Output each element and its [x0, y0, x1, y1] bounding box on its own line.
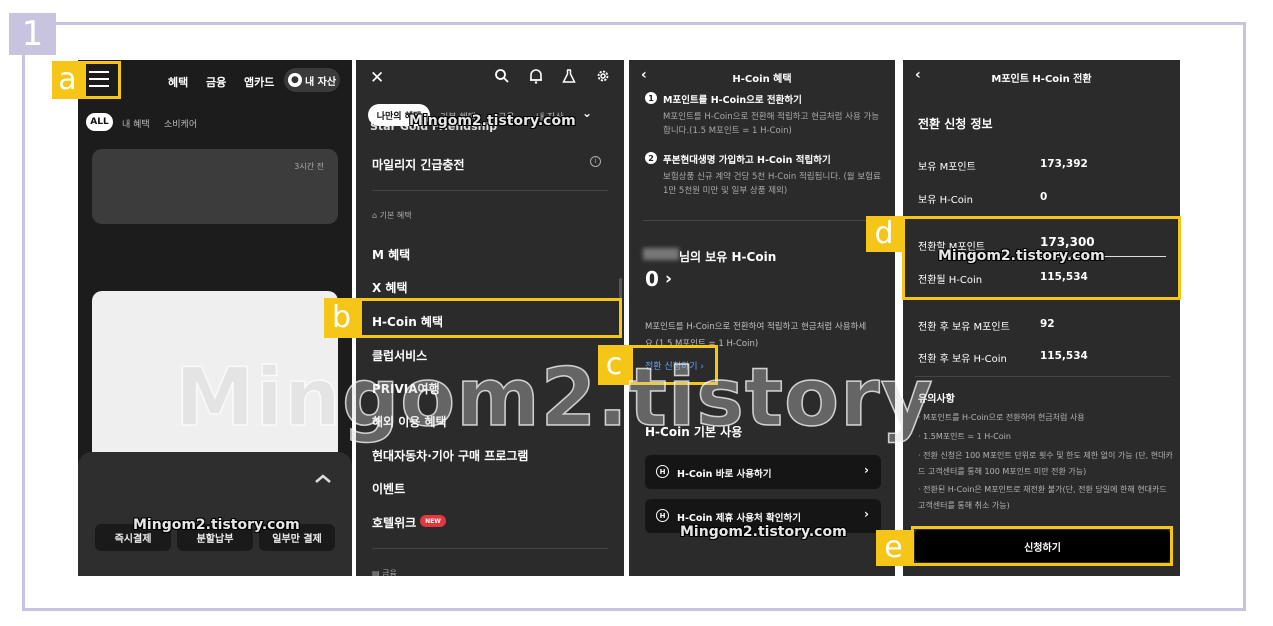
watermark: Mingom2.tistory.com: [938, 248, 1105, 264]
screen-hcoin-benefits: ‹ H-Coin 혜택 1 M포인트를 H-Coin으로 전환하기 M포인트를 …: [629, 60, 895, 576]
owned-hcoin-value: 0: [1040, 191, 1048, 203]
tag-b: b: [324, 298, 359, 338]
partner-stores-label: H-Coin 제휴 사용처 확인하기: [677, 513, 801, 524]
chevron-down-icon[interactable]: ⌄: [582, 106, 592, 120]
step-1-desc: M포인트를 H-Coin으로 전환해 적립하고 현금처럼 사용 가능합니다.(1…: [663, 112, 880, 136]
menu-events[interactable]: 이벤트: [372, 480, 405, 497]
section-divider: [372, 190, 608, 191]
watermark-large: Mingom2.tistory: [174, 351, 934, 444]
chevron-right-icon: ›: [864, 463, 869, 477]
chevron-right-icon: ›: [864, 507, 869, 521]
flask-icon[interactable]: [561, 68, 577, 84]
after-mpoint-label: 전환 후 보유 M포인트: [918, 322, 1010, 333]
chip-consumer-care[interactable]: 소비케어: [164, 117, 197, 130]
blurred-name: [643, 248, 679, 260]
section-title: 전환 신청 정보: [918, 117, 993, 131]
gear-icon[interactable]: [595, 68, 611, 84]
menu-m-benefits[interactable]: M 혜택: [372, 246, 410, 263]
section-finance-label: ▤ 금융: [372, 569, 397, 576]
after-mpoint-value: 92: [1040, 318, 1055, 330]
info-icon[interactable]: i: [590, 156, 601, 167]
my-assets-button[interactable]: ● 내 자산: [284, 68, 340, 92]
section-divider: [915, 376, 1170, 377]
step-1-icon: 1: [645, 92, 657, 104]
step-2-icon: 2: [645, 152, 657, 164]
bell-icon[interactable]: [528, 68, 544, 84]
owned-hcoin-label: 보유 H-Coin: [918, 195, 973, 206]
watermark: Mingom2.tistory.com: [680, 524, 847, 540]
owned-hcoin-value[interactable]: 0: [645, 267, 659, 291]
tag-e: e: [876, 530, 911, 566]
highlight-e: [911, 526, 1173, 566]
hcoin-icon: H: [656, 465, 669, 478]
nav-finance[interactable]: 금융: [206, 74, 226, 90]
hcoin-icon: H: [656, 509, 669, 522]
new-badge: NEW: [420, 515, 446, 527]
tag-a: a: [52, 61, 83, 99]
my-assets-label: 내 자산: [304, 76, 337, 88]
user-icon: ●: [287, 73, 302, 87]
chip-all[interactable]: ALL: [86, 113, 113, 131]
section-divider: [372, 548, 608, 549]
card-timestamp: 3시간 전: [294, 162, 324, 171]
note-item: · 전환된 H-Coin은 M포인트로 재전환 불가(단, 전환 당일에 한해 …: [918, 485, 1167, 510]
chevron-right-icon[interactable]: ›: [665, 269, 672, 289]
menu-mileage[interactable]: 마일리지 긴급충전: [372, 156, 465, 173]
note-item: · 전환 신청은 100 M포인트 단위로 횟수 및 한도 제한 없이 가능 (…: [918, 451, 1173, 476]
nav-appcard[interactable]: 앱카드: [244, 74, 274, 90]
page-title: H-Coin 혜택: [732, 74, 792, 85]
use-hcoin-now-label: H-Coin 바로 사용하기: [677, 469, 772, 480]
section-divider: [643, 220, 881, 221]
bottom-sheet: 즉시결제 분할납부 일부만 결제: [78, 452, 352, 576]
chip-my-benefits[interactable]: 내 혜택: [122, 117, 150, 130]
note-item: · M포인트를 H-Coin으로 전환하여 현금처럼 사용: [918, 413, 1085, 422]
owned-hcoin-title: 님의 보유 H-Coin: [679, 250, 777, 264]
menu-x-benefits[interactable]: X 혜택: [372, 279, 408, 296]
notice-card[interactable]: 3시간 전: [92, 149, 338, 224]
owned-mpoint-label: 보유 M포인트: [918, 162, 976, 173]
watermark: Mingom2.tistory.com: [133, 517, 300, 533]
note-item: · 1.5M포인트 = 1 H-Coin: [918, 432, 1011, 441]
section-basic-label: ⌂ 기본 혜택: [372, 211, 412, 220]
step-2-desc: 보험상품 신규 계약 건당 5천 H-Coin 적립됩니다. (월 보험료 1만…: [663, 172, 881, 196]
highlight-b: [359, 298, 622, 338]
menu-hyundai-kia-program[interactable]: 현대자동차·기아 구매 프로그램: [372, 447, 528, 464]
nav-benefits[interactable]: 혜택: [168, 74, 188, 90]
close-icon[interactable]: ✕: [370, 68, 384, 88]
watermark: Mingom2.tistory.com: [409, 113, 576, 129]
highlight-a: [83, 61, 121, 99]
tag-d: d: [866, 216, 902, 252]
chevron-up-icon[interactable]: [314, 470, 332, 488]
step-2-title: 푸본현대생명 가입하고 H-Coin 적립하기: [663, 155, 831, 166]
screen-hcoin-convert: ‹ M포인트 H-Coin 전환 전환 신청 정보 보유 M포인트 173,39…: [903, 60, 1180, 576]
after-hcoin-value: 115,534: [1040, 350, 1088, 362]
owned-mpoint-value: 173,392: [1040, 158, 1088, 170]
use-hcoin-now-button[interactable]: H H-Coin 바로 사용하기 ›: [645, 455, 881, 489]
step-1-title: M포인트를 H-Coin으로 전환하기: [663, 95, 802, 106]
step-number-badge: 1: [9, 13, 56, 55]
menu-hotel-week[interactable]: 호텔위크: [372, 514, 416, 531]
page-title: M포인트 H-Coin 전환: [991, 74, 1092, 85]
search-icon[interactable]: [494, 68, 510, 84]
screen-home: 혜택 금융 앱카드 ● 내 자산 ALL 내 혜택 소비케어 3시간 전 즉시결…: [78, 60, 352, 576]
